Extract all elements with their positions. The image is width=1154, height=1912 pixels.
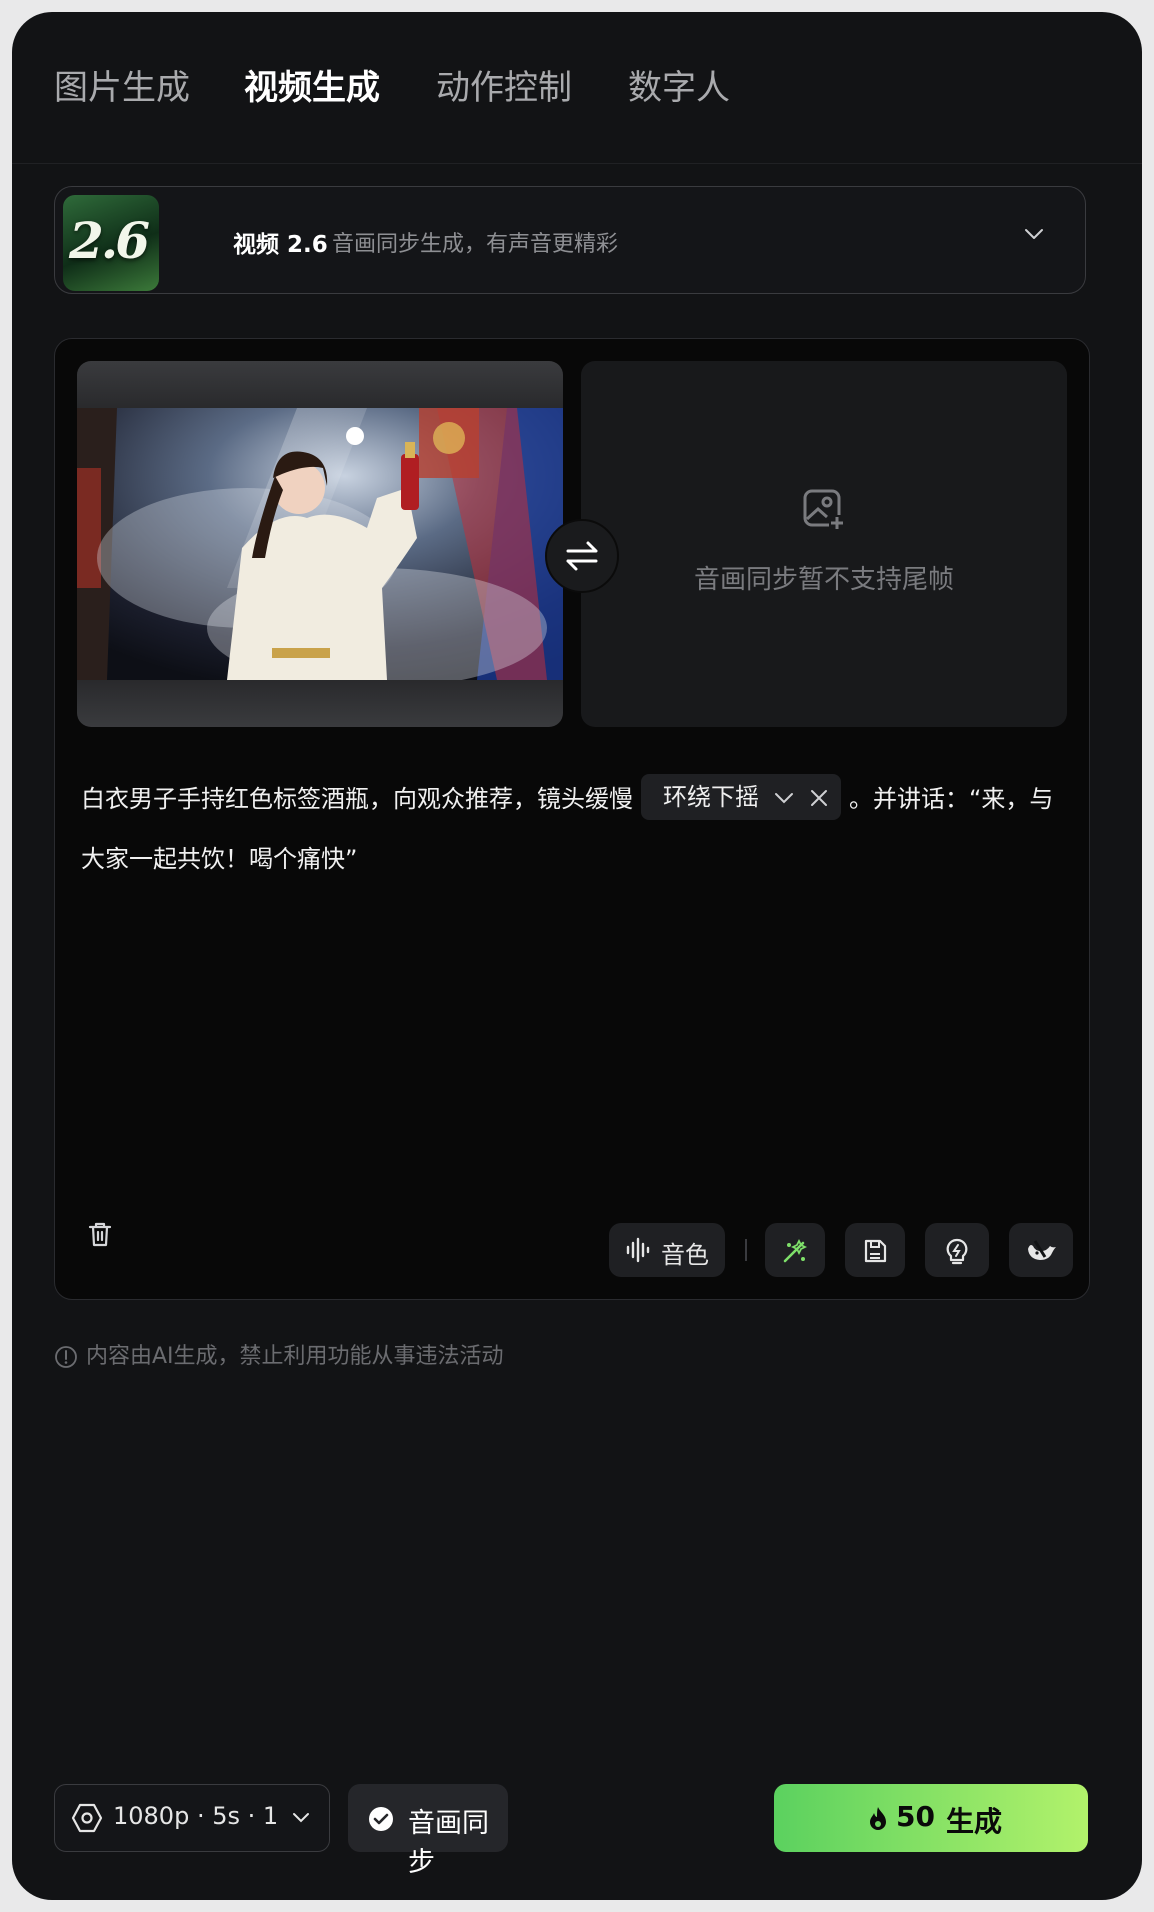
output-settings-selector[interactable]: 1080p · 5s · 1 — [54, 1784, 330, 1852]
chevron-down-icon[interactable] — [773, 787, 795, 809]
last-frame-message: 音画同步暂不支持尾帧 — [693, 565, 954, 595]
lightbulb-icon — [946, 1238, 968, 1265]
model-badge: 2.6 — [69, 211, 150, 270]
deepseek-button[interactable] — [1009, 1223, 1073, 1277]
camera-motion-chip[interactable]: 环绕下摇 — [641, 774, 841, 820]
tab-image-generation[interactable]: 图片生成 — [54, 60, 190, 109]
tab-digital-human[interactable]: 数字人 — [628, 60, 730, 109]
first-frame-slot[interactable] — [77, 361, 563, 727]
save-prompt-button[interactable] — [845, 1223, 905, 1277]
audio-video-sync-toggle[interactable]: 音画同步 — [348, 1784, 508, 1878]
chevron-down-icon[interactable] — [1023, 223, 1045, 245]
save-icon — [864, 1239, 887, 1263]
notice-text: 内容由AI生成，禁止利用功能从事违法活动 — [86, 1344, 504, 1369]
prompt-text-before: 白衣男子手持红色标签酒瓶，向观众推荐，镜头缓慢 — [81, 785, 633, 813]
swap-frames-button[interactable] — [545, 519, 619, 593]
inspiration-button[interactable] — [925, 1223, 989, 1277]
swap-icon — [566, 541, 598, 571]
info-icon — [55, 1346, 77, 1368]
output-settings-label: 1080p · 5s · 1 — [113, 1802, 279, 1830]
tab-motion-control[interactable]: 动作控制 — [436, 60, 572, 109]
toolbar-divider — [745, 1239, 747, 1261]
magic-wand-icon — [783, 1238, 808, 1263]
voice-label: 音色 — [661, 1241, 709, 1269]
ai-polish-button[interactable] — [765, 1223, 825, 1277]
last-frame-slot[interactable]: 音画同步暂不支持尾帧 — [581, 361, 1067, 727]
generate-cost: 50 — [896, 1800, 935, 1833]
trash-icon[interactable] — [85, 1219, 115, 1249]
first-frame-image — [77, 408, 563, 680]
model-thumbnail: 2.6 — [63, 195, 159, 291]
model-description: 音画同步生成，有声音更精彩 — [332, 232, 619, 257]
sync-label: 音画同步 — [408, 1808, 489, 1878]
flame-icon — [870, 1807, 886, 1830]
ai-content-notice: 内容由AI生成，禁止利用功能从事违法活动 — [54, 1338, 504, 1370]
model-selector[interactable]: 2.6 视频 2.6 音画同步生成，有声音更精彩 — [54, 186, 1086, 294]
check-circle-icon — [369, 1807, 393, 1831]
voice-button[interactable]: 音色 — [609, 1223, 725, 1277]
mode-tabs: 图片生成 视频生成 动作控制 数字人 — [12, 12, 1142, 164]
camera-motion-label: 环绕下摇 — [663, 783, 759, 811]
add-image-icon — [803, 489, 845, 531]
prompt-editor-card: 音画同步暂不支持尾帧 白衣男子手持红色标签酒瓶，向观众推荐，镜头缓慢 环绕下摇 。并… — [54, 338, 1090, 1300]
tab-video-generation[interactable]: 视频生成 — [244, 60, 380, 109]
whale-icon — [1028, 1240, 1056, 1260]
generate-label: 生成 — [946, 1805, 1003, 1838]
settings-hexagon-icon — [71, 1803, 103, 1833]
video-generation-panel: 图片生成 视频生成 动作控制 数字人 2.6 视频 2.6 音画同步生成，有声音… — [12, 12, 1142, 1900]
model-name: 视频 2.6 — [233, 232, 328, 258]
chevron-down-icon — [293, 1813, 309, 1823]
generate-button[interactable]: 50 生成 — [774, 1784, 1088, 1852]
prompt-text[interactable]: 白衣男子手持红色标签酒瓶，向观众推荐，镜头缓慢 环绕下摇 。并讲话：“来，与大家一起… — [81, 769, 1061, 889]
sound-wave-icon — [626, 1237, 650, 1263]
close-icon[interactable] — [809, 788, 829, 808]
